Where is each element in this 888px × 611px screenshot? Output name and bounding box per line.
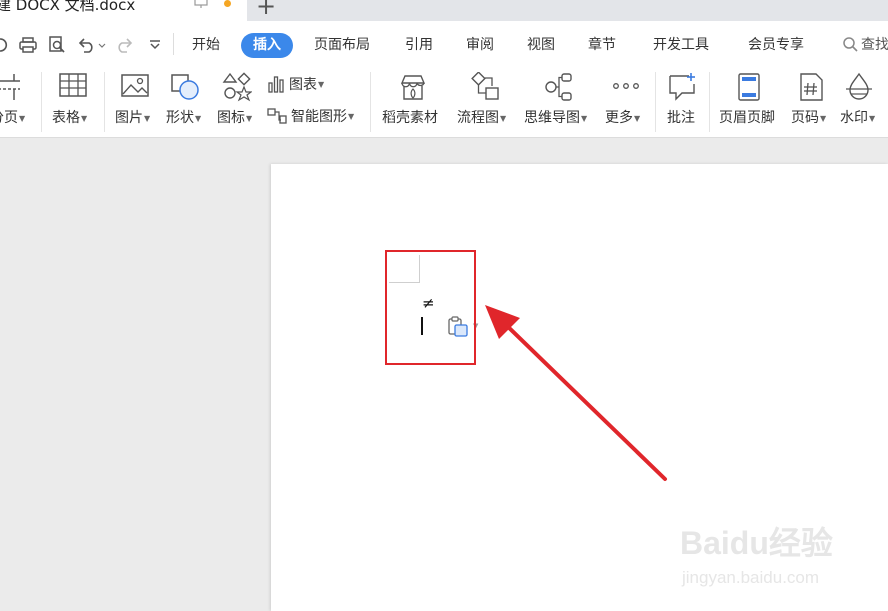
- ribbon-separator: [370, 72, 371, 132]
- tab-section[interactable]: 章节: [588, 33, 616, 58]
- more-label: 更多: [605, 110, 633, 126]
- ribbon-separator: [104, 72, 105, 132]
- tab-home[interactable]: 开始: [192, 33, 220, 58]
- customize-toolbar-icon[interactable]: [147, 35, 163, 55]
- dropdown-arrow-icon: ▼: [144, 113, 151, 123]
- page-break-label: 分页: [0, 110, 18, 126]
- dropdown-arrow-icon: ▼: [246, 113, 253, 123]
- ribbon-separator: [709, 72, 710, 132]
- store-icon: [400, 75, 426, 100]
- search-icon[interactable]: [842, 36, 858, 52]
- page-number-icon: [800, 73, 823, 101]
- redo-icon[interactable]: [115, 35, 135, 55]
- header-footer-label: 页眉页脚: [719, 110, 775, 126]
- comment-label: 批注: [667, 110, 695, 126]
- icon-label: 图标: [217, 110, 245, 126]
- docer-material-button[interactable]: 稻壳素材: [378, 68, 448, 136]
- tab-page-layout[interactable]: 页面布局: [314, 33, 370, 58]
- page-break-button[interactable]: 分页▼: [0, 68, 32, 136]
- ribbon-toolbar: 分页▼ 表格▼ 图片▼ 形状▼: [0, 68, 888, 138]
- flowchart-button[interactable]: 流程图▼: [456, 68, 514, 136]
- table-label: 表格: [52, 110, 80, 126]
- picture-button[interactable]: 图片▼: [113, 68, 159, 136]
- shape-label: 形状: [166, 110, 194, 126]
- baidu-watermark: Baidu经验 jingyan.baidu.com: [676, 518, 846, 598]
- tab-view[interactable]: 视图: [527, 33, 555, 58]
- new-tab-button[interactable]: +: [256, 0, 276, 20]
- icons-library-icon: [222, 72, 252, 102]
- menu-bar: 开始 插入 页面布局 引用 审阅 视图 章节 开发工具 会员专享 查找: [0, 21, 888, 68]
- tab-insert[interactable]: 插入: [241, 33, 293, 58]
- mind-map-label: 思维导图: [524, 110, 580, 126]
- page-number-label: 页码: [791, 110, 819, 126]
- shape-button[interactable]: 形状▼: [163, 68, 209, 136]
- icon-button[interactable]: 图标▼: [215, 68, 261, 136]
- dropdown-arrow-icon: ▼: [500, 113, 507, 123]
- dropdown-arrow-icon: ▼: [81, 113, 88, 123]
- chart-label: 图表: [289, 77, 317, 93]
- dropdown-arrow-icon: ▼: [634, 113, 641, 123]
- header-footer-icon: [738, 73, 760, 101]
- watermark-brand: Baidu经验: [680, 525, 833, 561]
- page-break-icon: [0, 74, 20, 100]
- undo-icon[interactable]: [77, 35, 107, 55]
- picture-icon: [121, 74, 149, 97]
- tab-references[interactable]: 引用: [405, 33, 433, 58]
- redo-circle-icon[interactable]: [0, 35, 10, 55]
- docer-material-label: 稻壳素材: [382, 110, 438, 126]
- document-tab-title: 建 DOCX 文档.docx: [0, 0, 136, 14]
- document-tab[interactable]: 建 DOCX 文档.docx: [0, 0, 247, 21]
- print-icon[interactable]: [18, 35, 38, 55]
- dropdown-arrow-icon: ▼: [195, 113, 202, 123]
- table-button[interactable]: 表格▼: [50, 68, 96, 136]
- dropdown-arrow-icon: ▼: [348, 111, 355, 121]
- dropdown-arrow-icon: ▼: [318, 79, 325, 89]
- page-number-button[interactable]: 页码▼: [789, 68, 835, 136]
- watermark-label: 水印: [840, 110, 868, 126]
- print-preview-icon[interactable]: [47, 35, 67, 55]
- tab-developer[interactable]: 开发工具: [653, 33, 709, 58]
- tab-bar: 建 DOCX 文档.docx +: [0, 0, 888, 21]
- watermark-url: jingyan.baidu.com: [682, 568, 820, 587]
- smart-art-icon: [267, 108, 287, 124]
- dropdown-arrow-icon: ▼: [869, 113, 876, 123]
- comment-icon: [669, 73, 695, 101]
- highlight-box: [385, 250, 476, 365]
- watermark-button[interactable]: 水印▼: [838, 68, 888, 136]
- mind-map-button[interactable]: 思维导图▼: [523, 68, 599, 136]
- table-icon: [59, 73, 87, 97]
- search-label[interactable]: 查找: [861, 33, 888, 58]
- smart-art-button[interactable]: 智能图形 ▼: [267, 105, 354, 127]
- more-dots-icon: [613, 83, 639, 89]
- mind-map-icon: [545, 73, 572, 101]
- flowchart-icon: [471, 72, 499, 100]
- watermark-icon: [846, 72, 872, 100]
- dropdown-arrow-icon: ▼: [820, 113, 827, 123]
- more-button[interactable]: 更多▼: [603, 68, 649, 136]
- header-footer-button[interactable]: 页眉页脚: [717, 68, 783, 136]
- smart-art-label: 智能图形: [291, 109, 347, 125]
- dropdown-arrow-icon: ▼: [581, 113, 588, 123]
- unsaved-dot-icon: [224, 0, 231, 7]
- comment-button[interactable]: 批注: [663, 68, 703, 136]
- ribbon-separator: [41, 72, 42, 132]
- tab-member[interactable]: 会员专享: [748, 33, 804, 58]
- shape-icon: [171, 74, 199, 100]
- menu-separator: [173, 33, 174, 55]
- bar-chart-icon: [268, 76, 284, 93]
- screen-icon[interactable]: [194, 0, 208, 8]
- flowchart-label: 流程图: [457, 110, 499, 126]
- picture-label: 图片: [115, 110, 143, 126]
- ribbon-separator: [655, 72, 656, 132]
- dropdown-arrow-icon: ▼: [19, 113, 26, 123]
- chart-button[interactable]: 图表 ▼: [267, 73, 324, 95]
- tab-review[interactable]: 审阅: [466, 33, 494, 58]
